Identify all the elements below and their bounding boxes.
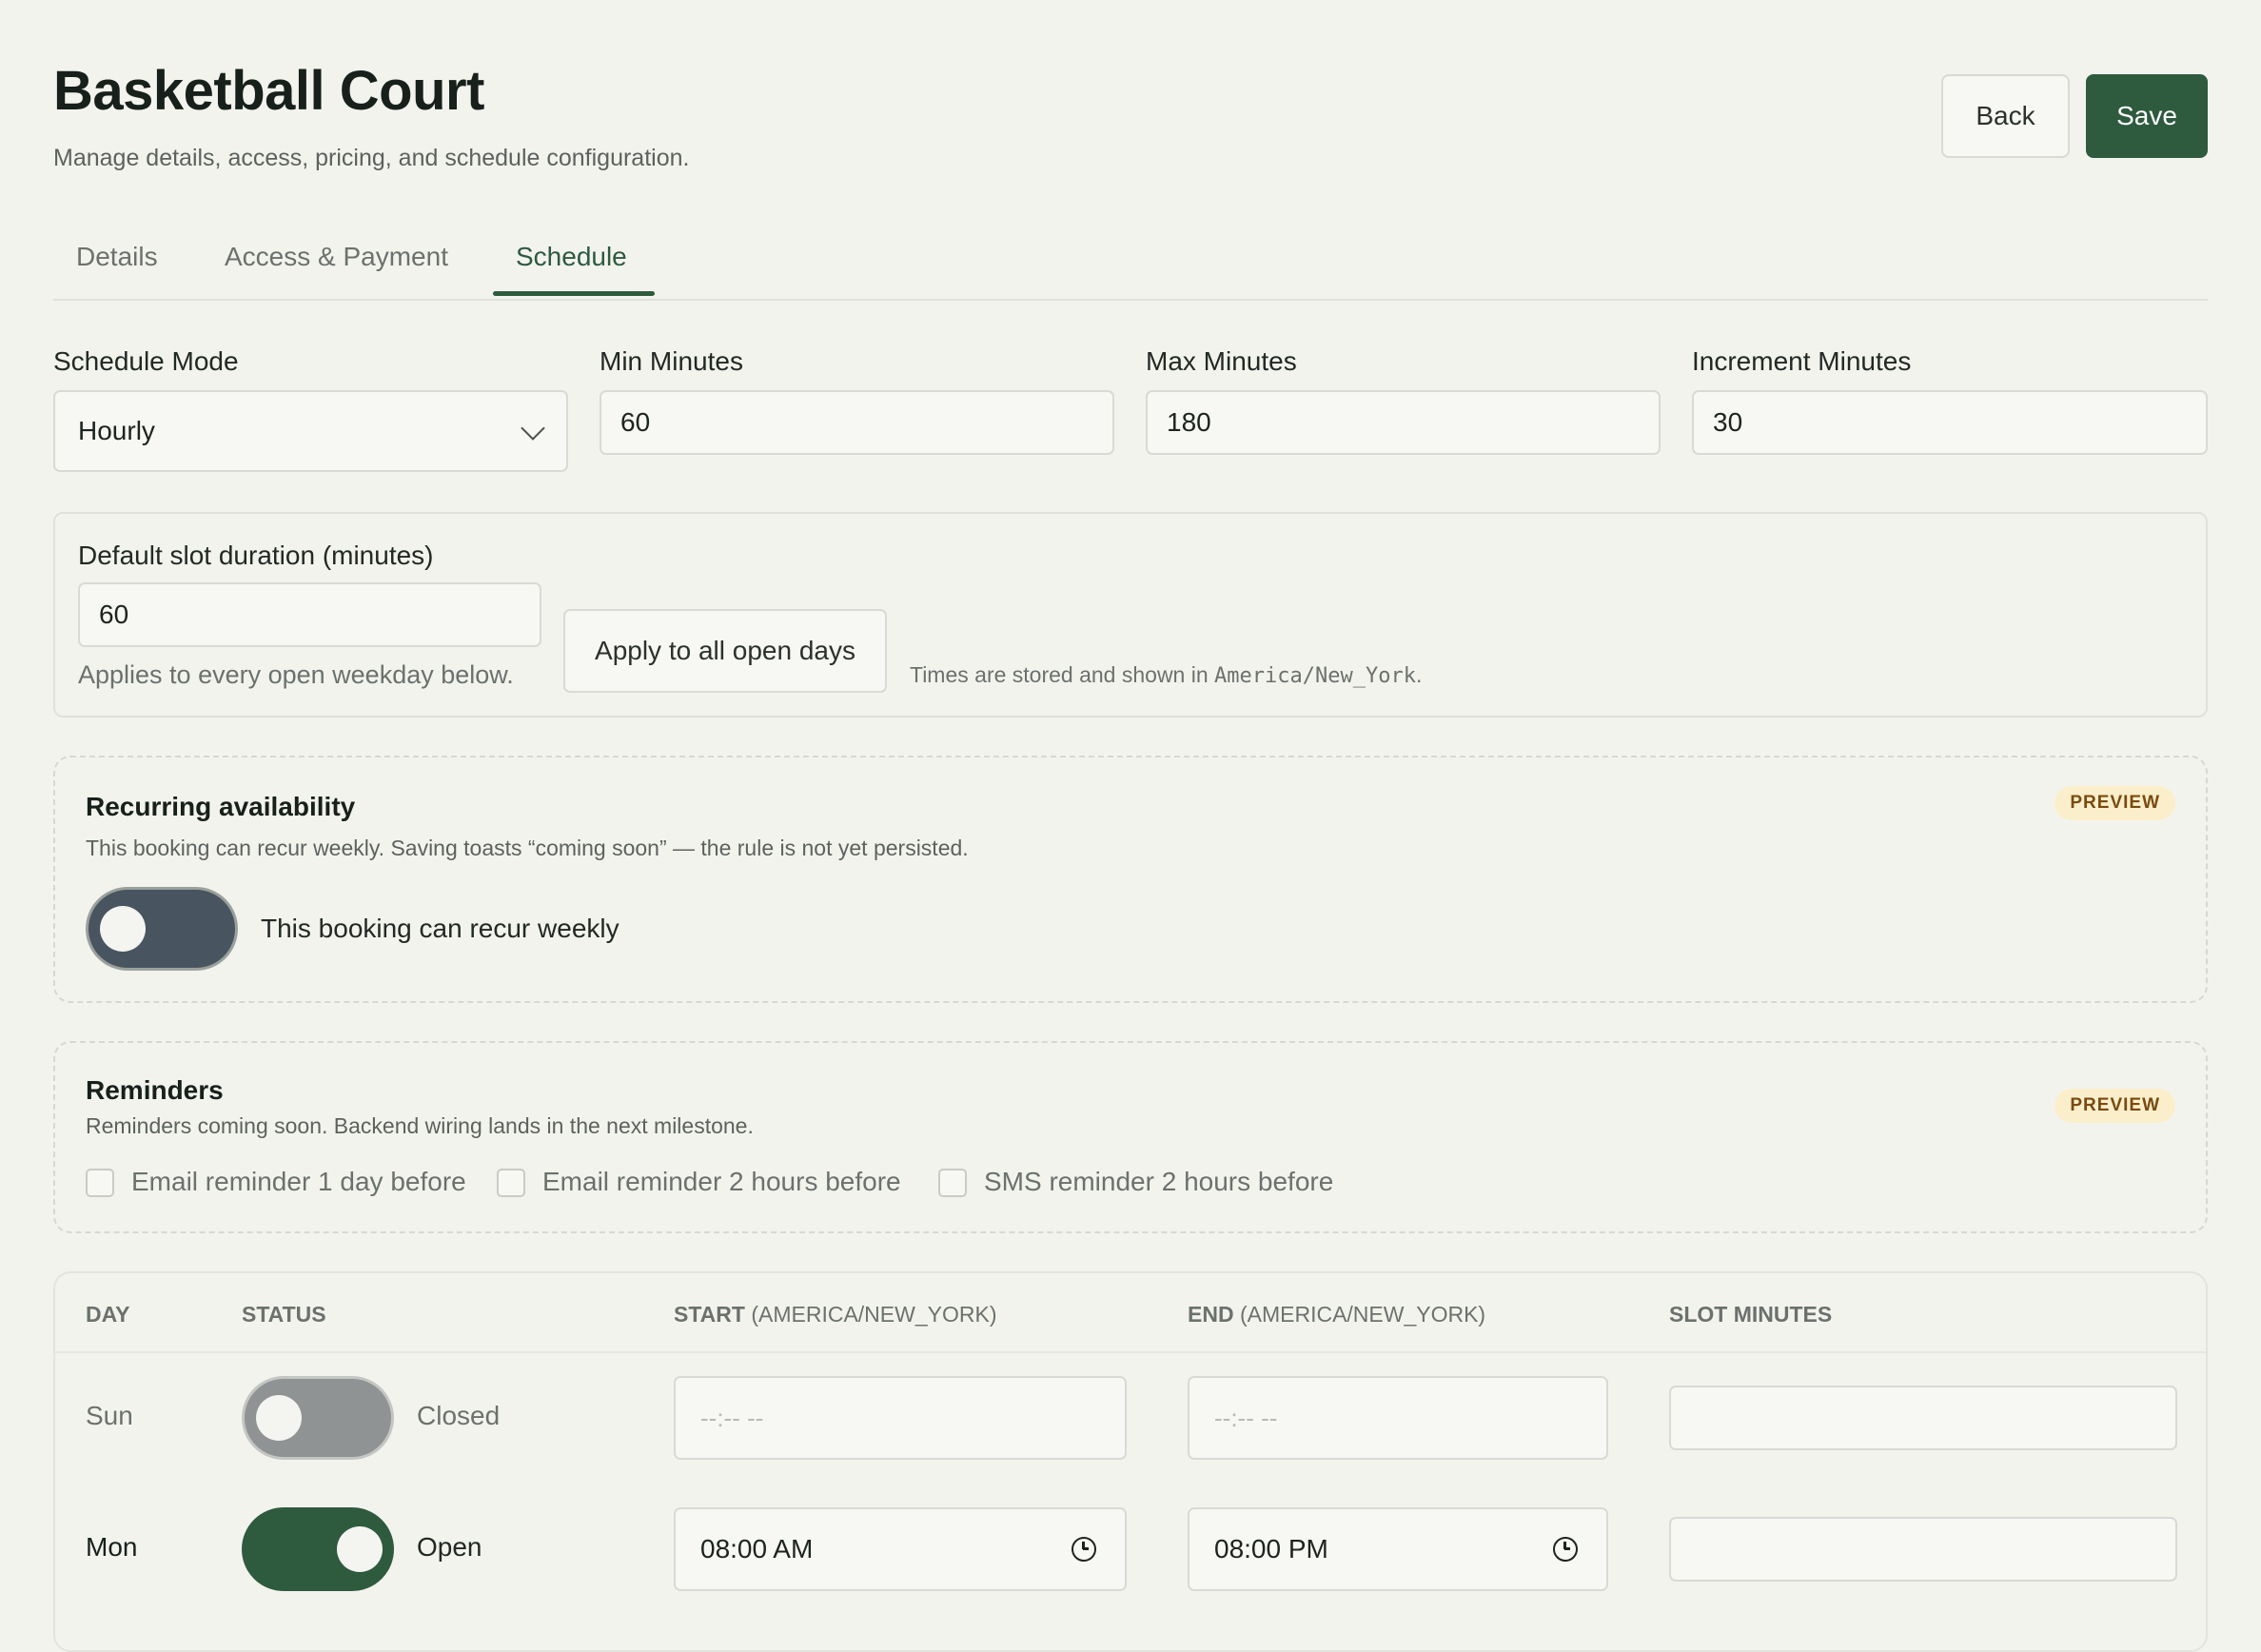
sun-open-toggle[interactable] — [242, 1376, 394, 1460]
save-button[interactable]: Save — [2086, 74, 2208, 158]
back-button[interactable]: Back — [1941, 74, 2070, 158]
sun-end-time-input[interactable]: --:-- -- — [1188, 1376, 1608, 1460]
default-slot-label: Default slot duration (minutes) — [78, 541, 434, 570]
sun-slot-minutes-input[interactable] — [1669, 1386, 2177, 1450]
preview-badge: PREVIEW — [2055, 1089, 2175, 1123]
clock-icon[interactable] — [1072, 1537, 1096, 1562]
active-tab-indicator — [493, 291, 655, 296]
mon-end-time-value: 08:00 PM — [1214, 1534, 1328, 1564]
day-header-text: DAY — [86, 1302, 130, 1327]
mon-start-time-value: 08:00 AM — [700, 1534, 814, 1564]
start-header-timezone: (AMERICA/NEW_YORK) — [751, 1302, 997, 1327]
day-status: Open — [417, 1532, 482, 1562]
chevron-down-icon — [521, 416, 545, 441]
day-name: Sun — [86, 1401, 133, 1430]
default-slot-hint: Applies to every open weekday below. — [78, 660, 514, 689]
min-minutes-label: Min Minutes — [600, 346, 743, 376]
mon-end-time-input[interactable]: 08:00 PM — [1188, 1507, 1608, 1591]
email-1-day-label: Email reminder 1 day before — [131, 1167, 466, 1196]
clock-icon[interactable] — [1553, 1537, 1578, 1562]
timezone-note-prefix: Times are stored and shown in — [910, 662, 1215, 687]
weekly-hours-table: DAY STATUS START (AMERICA/NEW_YORK) END … — [53, 1271, 2208, 1652]
email-2-hours-checkbox[interactable] — [497, 1169, 525, 1197]
schedule-mode-value: Hourly — [78, 416, 155, 445]
slot-header-text: SLOT MINUTES — [1669, 1302, 1833, 1327]
recurring-title: Recurring availability — [86, 792, 356, 821]
mon-open-toggle[interactable] — [242, 1507, 394, 1591]
sms-2-hours-checkbox[interactable] — [938, 1169, 967, 1197]
recurring-description: This booking can recur weekly. Saving to… — [86, 836, 969, 860]
email-2-hours-label: Email reminder 2 hours before — [542, 1167, 901, 1196]
end-header-text: END — [1188, 1302, 1234, 1327]
recur-weekly-toggle[interactable] — [86, 887, 238, 971]
recur-weekly-label: This booking can recur weekly — [261, 914, 619, 943]
end-header-timezone: (AMERICA/NEW_YORK) — [1239, 1302, 1486, 1327]
column-header-slot-minutes: SLOT MINUTES — [1669, 1302, 1832, 1328]
timezone-note: Times are stored and shown in America/Ne… — [910, 662, 1422, 688]
max-minutes-label: Max Minutes — [1146, 346, 1297, 376]
timezone-note-suffix: . — [1415, 662, 1423, 687]
email-1-day-checkbox[interactable] — [86, 1169, 114, 1197]
day-status: Closed — [417, 1401, 501, 1430]
reminders-section: Reminders PREVIEW Reminders coming soon.… — [53, 1041, 2208, 1233]
sun-start-time-input[interactable]: --:-- -- — [674, 1376, 1127, 1460]
toggle-knob — [100, 906, 146, 952]
day-name: Mon — [86, 1532, 138, 1562]
column-header-status: STATUS — [242, 1302, 326, 1328]
max-minutes-input[interactable]: 180 — [1146, 390, 1661, 455]
mon-start-time-input[interactable]: 08:00 AM — [674, 1507, 1127, 1591]
increment-minutes-input[interactable]: 30 — [1692, 390, 2208, 455]
apply-to-all-open-days-button[interactable]: Apply to all open days — [563, 609, 887, 693]
sms-2-hours-label: SMS reminder 2 hours before — [984, 1167, 1334, 1196]
mon-slot-minutes-input[interactable] — [1669, 1517, 2177, 1582]
tab-details[interactable]: Details — [76, 242, 158, 272]
increment-minutes-label: Increment Minutes — [1692, 346, 1912, 376]
column-header-start: START (AMERICA/NEW_YORK) — [674, 1302, 996, 1328]
default-slot-input[interactable]: 60 — [78, 582, 541, 647]
toggle-knob — [337, 1526, 383, 1572]
toggle-knob — [256, 1395, 302, 1441]
tab-access-payment[interactable]: Access & Payment — [225, 242, 448, 272]
header-divider — [55, 1351, 2206, 1353]
page-title: Basketball Court — [53, 60, 484, 122]
reminders-title: Reminders — [86, 1075, 224, 1105]
start-header-text: START — [674, 1302, 745, 1327]
tab-bar: Details Access & Payment Schedule — [53, 236, 2208, 301]
preview-badge: PREVIEW — [2055, 786, 2175, 820]
column-header-end: END (AMERICA/NEW_YORK) — [1188, 1302, 1485, 1328]
reminders-description: Reminders coming soon. Backend wiring la… — [86, 1113, 754, 1138]
schedule-mode-select[interactable]: Hourly — [53, 390, 568, 472]
status-header-text: STATUS — [242, 1302, 326, 1327]
schedule-mode-label: Schedule Mode — [53, 346, 239, 376]
recurring-availability-section: Recurring availability PREVIEW This book… — [53, 756, 2208, 1003]
min-minutes-input[interactable]: 60 — [600, 390, 1114, 455]
tab-schedule[interactable]: Schedule — [516, 242, 627, 272]
column-header-day: DAY — [86, 1302, 129, 1328]
timezone-value: America/New_York — [1214, 664, 1416, 688]
page-subtitle: Manage details, access, pricing, and sch… — [53, 145, 690, 171]
